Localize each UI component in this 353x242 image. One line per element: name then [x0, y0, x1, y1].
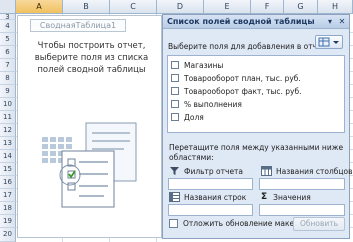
row-header[interactable]: 6 [0, 46, 16, 59]
field-checkbox[interactable] [171, 113, 179, 121]
column-labels-label: Названия столбцов [261, 166, 353, 176]
row-header[interactable]: 14 [0, 150, 16, 163]
pane-title-bar[interactable]: Список полей сводной таблицы ▾ ✕ [163, 15, 349, 29]
column-header-b[interactable]: B [63, 0, 110, 14]
row-header[interactable]: 7 [0, 59, 16, 72]
layout-options-button[interactable] [315, 35, 343, 49]
row-header[interactable]: 20 [0, 228, 16, 242]
row-header[interactable]: 19 [0, 215, 16, 228]
defer-layout-label: Отложить обновление макета [183, 219, 304, 228]
field-label: Магазины [184, 60, 224, 70]
row-header[interactable]: 5 [0, 33, 16, 46]
pivot-illustration-icon [42, 122, 137, 208]
row-header[interactable]: 9 [0, 85, 16, 98]
row-header[interactable]: 18 [0, 202, 16, 215]
row-header[interactable]: 16 [0, 176, 16, 189]
pivot-table-name: СводнаяТаблица1 [30, 19, 126, 32]
field-label: Доля [184, 112, 204, 122]
column-header-g[interactable]: G [284, 0, 318, 14]
defer-layout-update[interactable]: Отложить обновление макета [169, 219, 303, 228]
column-header-c[interactable]: C [110, 0, 157, 14]
layout-icon [318, 37, 339, 47]
row-header[interactable]: 13 [0, 137, 16, 150]
field-item[interactable]: Товарооборот план, тыс. руб. [171, 72, 301, 84]
values-label: Σ Значения [261, 192, 311, 202]
close-icon[interactable]: ✕ [337, 17, 347, 27]
drag-instruction: Перетащите поля между указанными ниже об… [169, 143, 344, 162]
row-header[interactable]: 11 [0, 111, 16, 124]
column-header-d[interactable]: D [157, 0, 204, 14]
worksheet: A B C D E F G H 3 4 5 6 7 8 9 10 11 12 1… [0, 0, 353, 242]
pane-title: Список полей сводной таблицы [167, 17, 315, 26]
field-label: Товарооборот факт, тыс. руб. [184, 86, 302, 96]
row-header[interactable]: 15 [0, 163, 16, 176]
column-header-f[interactable]: F [251, 0, 284, 14]
field-item[interactable]: Доля [171, 111, 204, 123]
report-filter-label: Фильтр отчета [169, 166, 243, 176]
field-label: Товарооборот план, тыс. руб. [184, 73, 301, 83]
column-header-e[interactable]: E [204, 0, 251, 14]
column-labels-icon [261, 166, 272, 176]
field-label: % выполнения [184, 99, 242, 109]
column-header-h[interactable]: H [318, 0, 353, 14]
field-list[interactable]: Магазины Товарооборот план, тыс. руб. То… [167, 55, 345, 133]
column-header-a[interactable]: A [16, 0, 63, 14]
pivot-table-hint: Чтобы построить отчет, выберите поля из … [34, 41, 149, 75]
field-checkbox[interactable] [171, 87, 179, 95]
pivot-table-placeholder[interactable]: СводнаяТаблица1 Чтобы построить отчет, в… [17, 15, 162, 238]
row-header[interactable]: 8 [0, 72, 16, 85]
row-labels-dropzone[interactable] [168, 204, 253, 216]
update-button[interactable]: Обновить [293, 217, 345, 231]
row-header[interactable]: 17 [0, 189, 16, 202]
report-filter-dropzone[interactable] [168, 178, 253, 190]
field-item[interactable]: Товарооборот факт, тыс. руб. [171, 85, 302, 97]
sigma-icon: Σ [261, 192, 268, 202]
row-header[interactable]: 4 [0, 20, 16, 33]
row-labels-label: Названия строк [169, 192, 246, 202]
row-header[interactable]: 12 [0, 124, 16, 137]
field-checkbox[interactable] [171, 61, 179, 69]
field-checkbox[interactable] [171, 74, 179, 82]
field-item[interactable]: % выполнения [171, 98, 242, 110]
values-dropzone[interactable] [259, 204, 345, 216]
pivot-field-list-pane[interactable]: Список полей сводной таблицы ▾ ✕ Выберит… [162, 14, 353, 239]
defer-layout-checkbox[interactable] [169, 219, 178, 228]
field-item[interactable]: Магазины [171, 59, 223, 71]
column-labels-dropzone[interactable] [259, 178, 345, 190]
row-header[interactable]: 10 [0, 98, 16, 111]
select-all-corner[interactable] [0, 0, 16, 14]
field-list-instruction: Выберите поля для добавления в отчет: [168, 42, 329, 51]
field-checkbox[interactable] [171, 100, 179, 108]
chevron-down-icon[interactable]: ▾ [325, 17, 335, 27]
row-labels-icon [169, 192, 180, 202]
filter-icon [170, 167, 179, 175]
